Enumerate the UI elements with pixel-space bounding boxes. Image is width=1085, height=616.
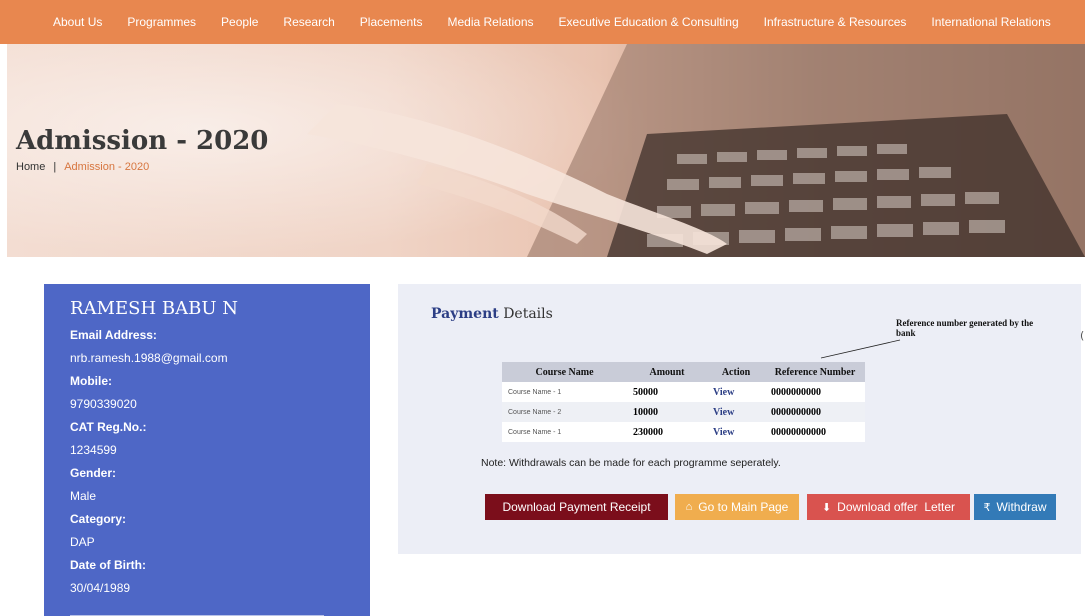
page-title: Admission - 2020 [16, 126, 269, 156]
profile-name: RAMESH BABU N [70, 298, 238, 319]
download-payment-receipt-button[interactable]: Download Payment Receipt [485, 494, 668, 520]
nav-media-relations[interactable]: Media Relations [447, 15, 533, 29]
view-link[interactable]: View [707, 382, 765, 402]
edge-mark: ( [1080, 329, 1085, 342]
table-row: Course Name - 2 10000 View 0000000000 [502, 402, 865, 422]
withdrawal-note: Note: Withdrawals can be made for each p… [481, 457, 781, 469]
go-to-main-page-label: Go to Main Page [698, 500, 789, 514]
breadcrumb-home[interactable]: Home [16, 161, 45, 173]
amount-cell: 50000 [627, 382, 707, 402]
email-value: nrb.ramesh.1988@gmail.com [70, 351, 228, 365]
mobile-label: Mobile: [70, 374, 112, 388]
table-header-row: Course Name Amount Action Reference Numb… [502, 362, 865, 382]
nav-people[interactable]: People [221, 15, 258, 29]
cat-reg-value: 1234599 [70, 443, 117, 457]
breadcrumb-separator: | [53, 161, 57, 173]
email-label: Email Address: [70, 328, 157, 342]
download-offer-letter-label: Download offer Letter [837, 500, 956, 514]
view-link[interactable]: View [707, 422, 765, 442]
mobile-value: 9790339020 [70, 397, 137, 411]
reference-cell: 00000000000 [765, 422, 865, 442]
hero-banner: Admission - 2020 Home | Admission - 2020 [7, 44, 1085, 257]
breadcrumb-current: Admission - 2020 [64, 161, 150, 173]
nav-international-relations[interactable]: International Relations [931, 15, 1050, 29]
reference-cell: 0000000000 [765, 402, 865, 422]
header-action: Action [707, 362, 765, 382]
profile-card: RAMESH BABU N Email Address: nrb.ramesh.… [44, 284, 370, 616]
download-payment-receipt-label: Download Payment Receipt [502, 500, 651, 514]
amount-cell: 230000 [627, 422, 707, 442]
payment-title-bold: Payment [431, 306, 499, 322]
gender-value: Male [70, 489, 97, 503]
view-link[interactable]: View [707, 402, 765, 422]
nav-placements[interactable]: Placements [360, 15, 423, 29]
table-row: Course Name - 1 50000 View 0000000000 [502, 382, 865, 402]
go-to-main-page-button[interactable]: ⌂ Go to Main Page [675, 494, 799, 520]
reference-annotation: Reference number generated by the bank [896, 318, 1034, 338]
download-icon: ⬇ [821, 501, 832, 514]
course-name-cell: Course Name - 1 [502, 422, 627, 442]
gender-label: Gender: [70, 466, 117, 480]
breadcrumb: Home | Admission - 2020 [16, 161, 149, 173]
download-offer-letter-button[interactable]: ⬇ Download offer Letter [807, 494, 970, 520]
header-reference-number: Reference Number [765, 362, 865, 382]
withdraw-button[interactable]: ₹ Withdraw [974, 494, 1056, 520]
payment-panel: Payment Details Reference number generat… [398, 284, 1081, 554]
nav-infrastructure[interactable]: Infrastructure & Resources [764, 15, 907, 29]
header-amount: Amount [627, 362, 707, 382]
dob-value: 30/04/1989 [70, 581, 131, 595]
nav-about-us[interactable]: About Us [53, 15, 102, 29]
course-name-cell: Course Name - 1 [502, 382, 627, 402]
course-name-cell: Course Name - 2 [502, 402, 627, 422]
withdraw-label: Withdraw [996, 500, 1047, 514]
rupee-icon: ₹ [983, 501, 991, 514]
top-nav: About Us Programmes People Research Plac… [0, 0, 1085, 44]
nav-executive-education[interactable]: Executive Education & Consulting [559, 15, 739, 29]
amount-cell: 10000 [627, 402, 707, 422]
cat-reg-label: CAT Reg.No.: [70, 420, 147, 434]
dob-label: Date of Birth: [70, 558, 146, 572]
payment-table: Course Name Amount Action Reference Numb… [502, 362, 865, 442]
nav-research[interactable]: Research [283, 15, 334, 29]
reference-cell: 0000000000 [765, 382, 865, 402]
nav-programmes[interactable]: Programmes [127, 15, 196, 29]
payment-title-rest: Details [503, 306, 553, 322]
payment-title: Payment Details [431, 306, 553, 322]
home-icon: ⌂ [685, 501, 693, 513]
table-row: Course Name - 1 230000 View 00000000000 [502, 422, 865, 442]
header-course-name: Course Name [502, 362, 627, 382]
category-label: Category: [70, 512, 127, 526]
category-value: DAP [70, 535, 95, 549]
